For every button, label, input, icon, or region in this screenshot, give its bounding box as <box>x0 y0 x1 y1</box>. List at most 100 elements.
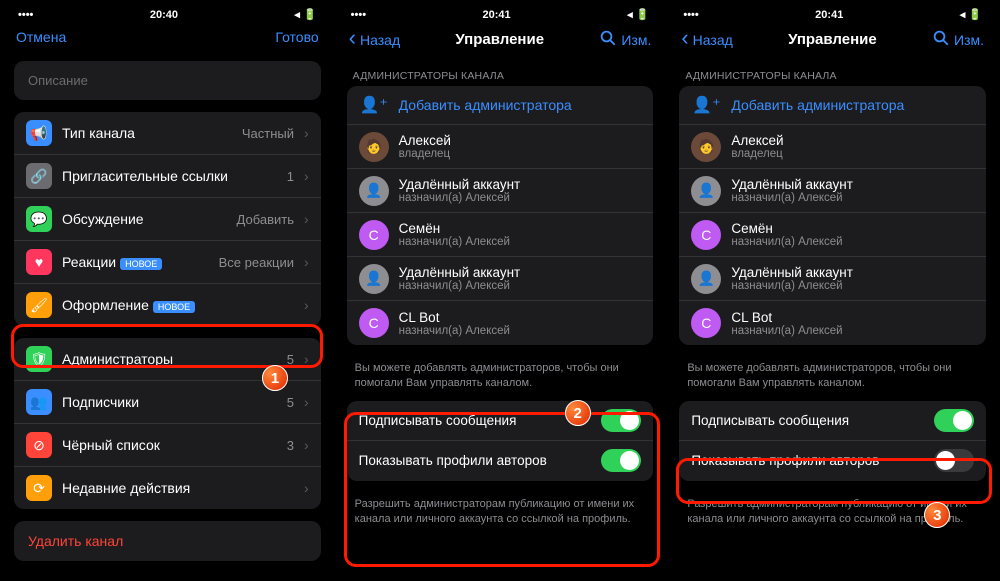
row-blacklist[interactable]: ⊘ Чёрный список 3 › <box>14 424 321 467</box>
chevron-right-icon: › <box>304 211 309 227</box>
hint-text: Вы можете добавлять администраторов, что… <box>337 357 664 401</box>
show-profiles-row: Показывать профили авторов <box>679 441 986 481</box>
page-title: Управление <box>455 31 544 48</box>
back-button[interactable]: Назад <box>681 31 732 48</box>
row-recent-actions[interactable]: ⟳ Недавние действия › <box>14 467 321 509</box>
row-label: ОформлениеНОВОЕ <box>62 297 294 313</box>
row-discussion[interactable]: 💬 Обсуждение Добавить › <box>14 198 321 241</box>
avatar: 👤 <box>359 264 389 294</box>
hint-text: Разрешить администраторам публикацию от … <box>337 493 664 537</box>
admin-name: Алексей <box>731 133 783 148</box>
admin-row[interactable]: С CL Botназначил(а) Алексей <box>679 301 986 345</box>
admin-sub: назначил(а) Алексей <box>399 325 510 337</box>
avatar: 👤 <box>691 176 721 206</box>
search-icon[interactable] <box>599 29 617 50</box>
shield-icon: 🛡 <box>26 346 52 372</box>
settings-group-1: 📢 Тип канала Частный › 🔗 Пригласительные… <box>14 112 321 326</box>
phone-2: •••• 20:41 ◂ 🔋 Назад Управление Изм. АДМ… <box>337 4 664 577</box>
row-label: РеакцииНОВОЕ <box>62 254 209 270</box>
sign-messages-toggle[interactable] <box>601 409 641 432</box>
sign-messages-toggle[interactable] <box>934 409 974 432</box>
row-appearance[interactable]: 🖌 ОформлениеНОВОЕ › <box>14 284 321 326</box>
back-button[interactable]: Назад <box>349 31 400 48</box>
row-label: Недавние действия <box>62 480 294 496</box>
avatar: 🧑 <box>359 132 389 162</box>
admin-row[interactable]: 👤 Удалённый аккаунтназначил(а) Алексей <box>347 257 654 301</box>
section-header: АДМИНИСТРАТОРЫ КАНАЛА <box>337 60 664 86</box>
row-label: Тип канала <box>62 125 232 141</box>
add-admin-button[interactable]: 👤⁺ Добавить администратора <box>347 86 654 125</box>
row-channel-type[interactable]: 📢 Тип канала Частный › <box>14 112 321 155</box>
admin-row[interactable]: С Семённазначил(а) Алексей <box>347 213 654 257</box>
admin-sub: назначил(а) Алексей <box>399 280 521 292</box>
row-label: Чёрный список <box>62 437 277 453</box>
phone-1: •••• 20:40 ◂ 🔋 Отмена Готово Описание 📢 … <box>4 4 331 577</box>
chevron-right-icon: › <box>304 394 309 410</box>
status-time: 20:41 <box>483 9 511 21</box>
avatar: С <box>359 220 389 250</box>
admin-name: Удалённый аккаунт <box>399 177 521 192</box>
admin-sub: назначил(а) Алексей <box>731 192 853 204</box>
status-right-icons: ◂ 🔋 <box>294 8 316 21</box>
phone-3: •••• 20:41 ◂ 🔋 Назад Управление Изм. АДМ… <box>669 4 996 577</box>
row-label: Обсуждение <box>62 211 227 227</box>
avatar: С <box>691 220 721 250</box>
hint-text: Разрешить администраторам публикацию от … <box>669 493 996 537</box>
admin-sub: назначил(а) Алексей <box>399 236 510 248</box>
link-icon: 🔗 <box>26 163 52 189</box>
admins-group: 👤⁺ Добавить администратора 🧑 Алексейвлад… <box>347 86 654 345</box>
admin-name: Семён <box>399 221 510 236</box>
admins-group: 👤⁺ Добавить администратора 🧑 Алексейвлад… <box>679 86 986 345</box>
search-icon[interactable] <box>932 29 950 50</box>
sign-messages-row: Подписывать сообщения <box>347 401 654 441</box>
new-badge: НОВОЕ <box>120 258 162 270</box>
cancel-button[interactable]: Отмена <box>16 29 66 45</box>
heart-icon: ♥ <box>26 249 52 275</box>
chevron-right-icon: › <box>304 437 309 453</box>
chevron-left-icon <box>349 31 356 48</box>
row-administrators[interactable]: 🛡 Администраторы 5 › <box>14 338 321 381</box>
statusbar: •••• 20:40 ◂ 🔋 <box>4 4 331 23</box>
show-profiles-toggle[interactable] <box>601 449 641 472</box>
toggle-group: Подписывать сообщения Показывать профили… <box>347 401 654 481</box>
people-icon: 👥 <box>26 389 52 415</box>
admin-row[interactable]: 👤 Удалённый аккаунтназначил(а) Алексей <box>679 169 986 213</box>
history-icon: ⟳ <box>26 475 52 501</box>
statusbar: •••• 20:41 ◂ 🔋 <box>669 4 996 23</box>
admin-row[interactable]: 👤 Удалённый аккаунтназначил(а) Алексей <box>679 257 986 301</box>
row-reactions[interactable]: ♥ РеакцииНОВОЕ Все реакции › <box>14 241 321 284</box>
row-value: Добавить <box>237 212 294 227</box>
row-subscribers[interactable]: 👥 Подписчики 5 › <box>14 381 321 424</box>
show-profiles-toggle[interactable] <box>934 449 974 472</box>
sign-messages-row: Подписывать сообщения <box>679 401 986 441</box>
admin-row[interactable]: С CL Botназначил(а) Алексей <box>347 301 654 345</box>
statusbar: •••• 20:41 ◂ 🔋 <box>337 4 664 23</box>
show-profiles-row: Показывать профили авторов <box>347 441 654 481</box>
toggle-label: Показывать профили авторов <box>691 453 879 468</box>
add-admin-button[interactable]: 👤⁺ Добавить администратора <box>679 86 986 125</box>
nav-actions: Изм. <box>932 29 984 50</box>
admin-row[interactable]: 🧑 Алексейвладелец <box>679 125 986 169</box>
avatar: 👤 <box>691 264 721 294</box>
admin-row[interactable]: С Семённазначил(а) Алексей <box>679 213 986 257</box>
done-button[interactable]: Готово <box>275 29 318 45</box>
admin-name: Алексей <box>399 133 451 148</box>
nav-actions: Изм. <box>599 29 651 50</box>
admin-name: Удалённый аккаунт <box>731 265 853 280</box>
avatar: С <box>691 308 721 338</box>
section-header: АДМИНИСТРАТОРЫ КАНАЛА <box>669 60 996 86</box>
admin-row[interactable]: 👤 Удалённый аккаунтназначил(а) Алексей <box>347 169 654 213</box>
row-value: 1 <box>287 169 294 184</box>
admin-row[interactable]: 🧑 Алексейвладелец <box>347 125 654 169</box>
edit-button[interactable]: Изм. <box>954 32 984 48</box>
row-value: 5 <box>287 395 294 410</box>
delete-channel-button[interactable]: Удалить канал <box>14 521 321 561</box>
description-input[interactable]: Описание <box>14 61 321 100</box>
admin-sub: владелец <box>399 148 451 160</box>
status-signal: •••• <box>351 9 366 21</box>
row-value: Все реакции <box>219 255 294 270</box>
chat-icon: 💬 <box>26 206 52 232</box>
edit-button[interactable]: Изм. <box>621 32 651 48</box>
row-invite-links[interactable]: 🔗 Пригласительные ссылки 1 › <box>14 155 321 198</box>
admin-sub: назначил(а) Алексей <box>731 236 842 248</box>
